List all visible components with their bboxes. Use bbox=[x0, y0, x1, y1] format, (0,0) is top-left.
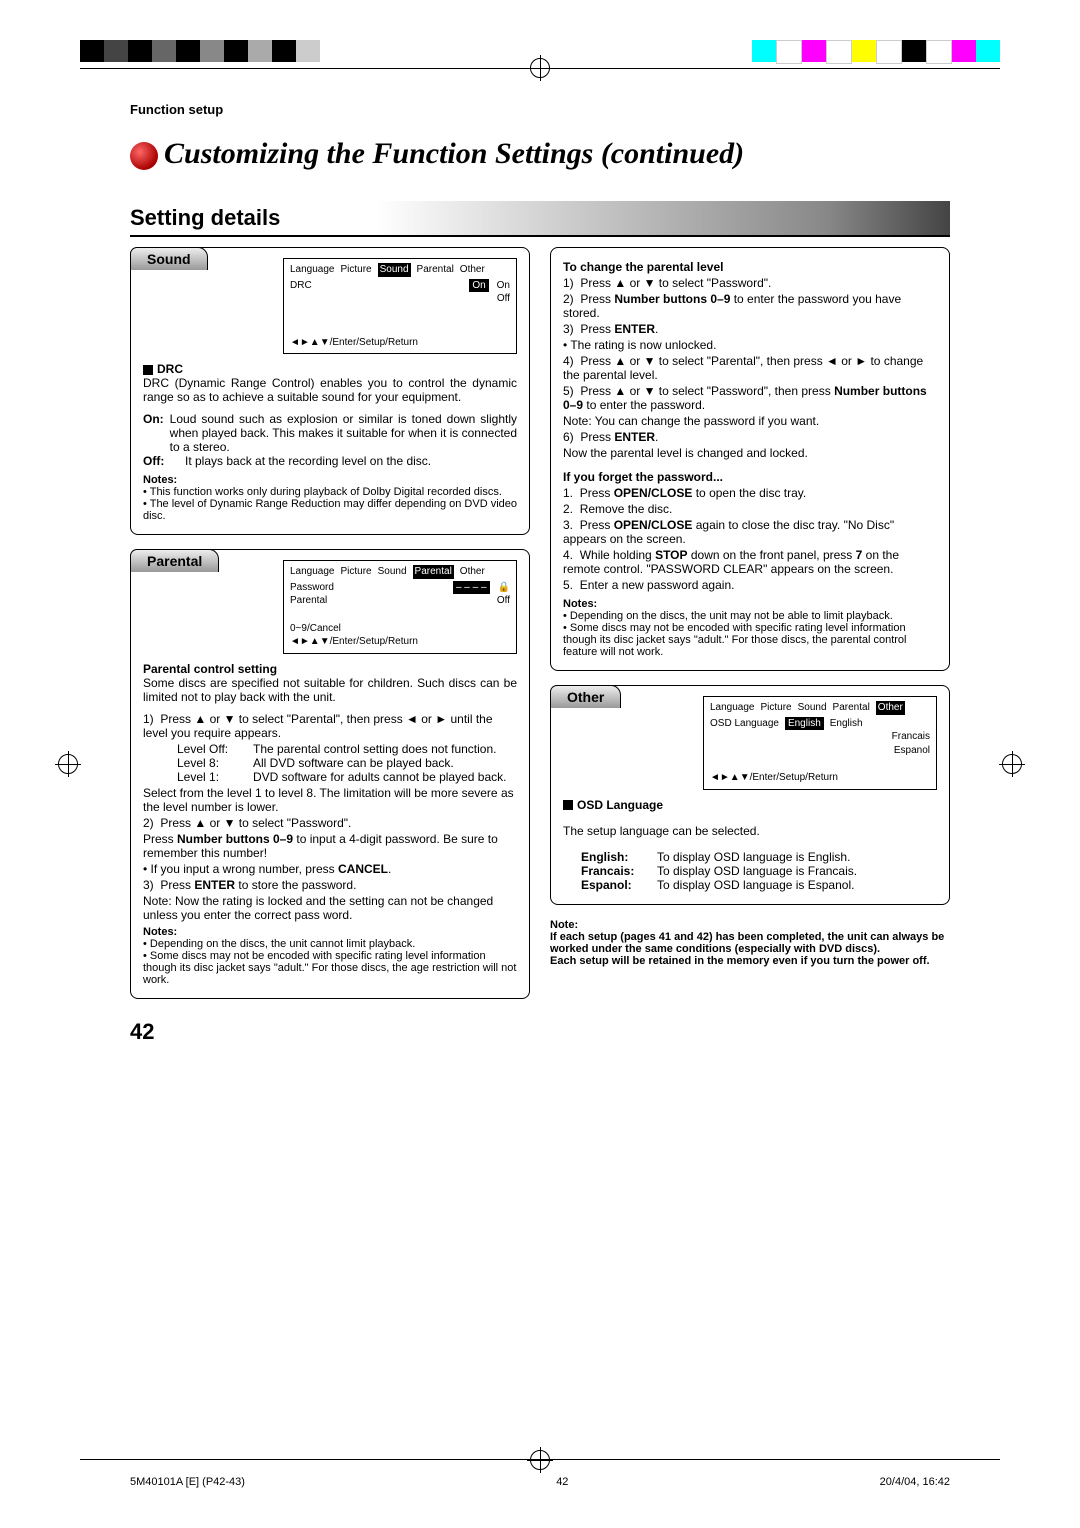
change-level-title: To change the parental level bbox=[563, 260, 724, 274]
osd-heading: OSD Language bbox=[563, 798, 937, 812]
lock-icon: 🔒 bbox=[498, 581, 510, 595]
footer-mid: 42 bbox=[556, 1476, 568, 1488]
red-sphere-icon bbox=[130, 142, 158, 170]
off-text: It plays back at the recording level on … bbox=[185, 454, 431, 468]
section-label: Function setup bbox=[130, 102, 950, 117]
sound-box: Sound Language Picture Sound Parental Ot… bbox=[130, 247, 530, 535]
p-step2b: Press Number buttons 0–9 to input a 4-di… bbox=[143, 832, 517, 860]
footer: 5M40101A [E] (P42-43) 42 20/4/04, 16:42 bbox=[130, 1476, 950, 1488]
sound-note-1: • This function works only during playba… bbox=[143, 486, 517, 498]
title-text: Customizing the Function Settings (conti… bbox=[164, 137, 744, 170]
foot-note: Note: If each setup (pages 41 and 42) ha… bbox=[550, 919, 950, 967]
sound-menu: Language Picture Sound Parental Other DR… bbox=[283, 258, 517, 354]
p-step3: 3) Press ENTER to store the password. bbox=[143, 878, 517, 892]
forget-title: If you forget the password... bbox=[563, 470, 723, 484]
footer-left: 5M40101A [E] (P42-43) bbox=[130, 1476, 245, 1488]
other-menu: Language Picture Sound Parental Other OS… bbox=[703, 696, 937, 790]
pcs-desc: Some discs are specified not suitable fo… bbox=[143, 676, 517, 704]
crosshair-right bbox=[1002, 754, 1022, 774]
osd-desc: The setup language can be selected. bbox=[563, 824, 937, 838]
rule-bottom bbox=[80, 1459, 1000, 1460]
crosshair-left bbox=[58, 754, 78, 774]
parental-tab: Parental bbox=[130, 549, 219, 572]
r-notes-label: Notes: bbox=[563, 598, 597, 610]
parental-menu: Language Picture Sound Parental Other Pa… bbox=[283, 560, 517, 654]
crosshair-bottom bbox=[530, 1450, 550, 1470]
other-tab: Other bbox=[550, 685, 621, 708]
drc-heading: DRC bbox=[143, 362, 517, 376]
p-note-2: • Some discs may not be encoded with spe… bbox=[143, 950, 517, 986]
page-title: Customizing the Function Settings (conti… bbox=[130, 137, 950, 171]
p-step2c: • If you input a wrong number, press CAN… bbox=[143, 862, 517, 876]
p-step2: 2) Press ▲ or ▼ to select "Password". bbox=[143, 816, 517, 830]
sound-note-2: • The level of Dynamic Range Reduction m… bbox=[143, 498, 517, 522]
footer-right: 20/4/04, 16:42 bbox=[880, 1476, 950, 1488]
parental-steps-box: To change the parental level 1) Press ▲ … bbox=[550, 247, 950, 671]
pcs-title: Parental control setting bbox=[143, 662, 277, 676]
drc-desc: DRC (Dynamic Range Control) enables you … bbox=[143, 376, 517, 404]
p-step3b: Note: Now the rating is locked and the s… bbox=[143, 894, 517, 922]
r-note-2: • Some discs may not be encoded with spe… bbox=[563, 622, 937, 658]
p-note-1: • Depending on the discs, the unit canno… bbox=[143, 938, 517, 950]
sound-tab: Sound bbox=[130, 247, 208, 270]
crosshair-top bbox=[530, 58, 550, 78]
p-step1b: Select from the level 1 to level 8. The … bbox=[143, 786, 517, 814]
r-note-1: • Depending on the discs, the unit may n… bbox=[563, 610, 937, 622]
notes-label: Notes: bbox=[143, 474, 177, 486]
p-notes-label: Notes: bbox=[143, 926, 177, 938]
on-label: On: bbox=[143, 412, 164, 426]
p-step1: 1) Press ▲ or ▼ to select "Parental", th… bbox=[143, 712, 517, 740]
section-heading: Setting details bbox=[130, 201, 950, 237]
page-number: 42 bbox=[130, 1019, 950, 1045]
parental-box: Parental Language Picture Sound Parental… bbox=[130, 549, 530, 999]
other-box: Other Language Picture Sound Parental Ot… bbox=[550, 685, 950, 905]
on-text: Loud sound such as explosion or similar … bbox=[170, 412, 517, 454]
off-label: Off: bbox=[143, 454, 164, 468]
